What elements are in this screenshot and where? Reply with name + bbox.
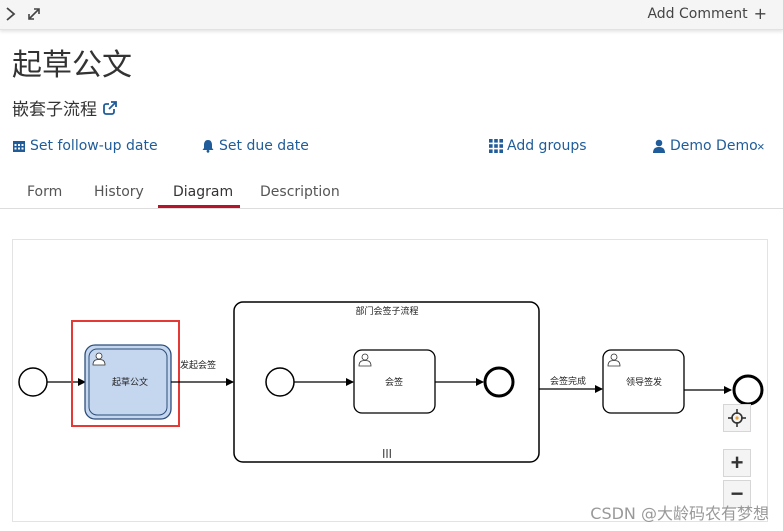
set-due-date-label: Set due date xyxy=(219,138,309,154)
task-title: 起草公文 xyxy=(12,48,132,83)
set-due-date-link[interactable]: Set due date xyxy=(201,138,309,154)
external-link-icon[interactable] xyxy=(103,100,117,115)
expand-icon[interactable] xyxy=(26,6,42,22)
calendar-icon xyxy=(13,141,25,152)
assignee-link[interactable]: Demo Demo xyxy=(652,138,758,154)
bell-icon xyxy=(202,140,214,153)
process-name-link[interactable]: 嵌套子流程 xyxy=(12,95,117,120)
tab-history[interactable]: History xyxy=(94,184,144,200)
user-icon xyxy=(653,139,665,153)
crosshair-icon xyxy=(728,409,746,427)
bpmn-canvas: 起草公文 发起会签 部门会签子流程 ||| 会签 会签完成 领导签发 xyxy=(18,301,764,463)
add-comment-label: Add Comment xyxy=(647,6,748,22)
remove-assignee-button[interactable]: × xyxy=(757,139,765,154)
task-leader-approve[interactable]: 领导签发 xyxy=(602,349,685,414)
tab-description[interactable]: Description xyxy=(260,184,340,200)
chevron-right-icon[interactable] xyxy=(4,5,18,23)
watermark: CSDN @大龄码农有梦想 xyxy=(590,504,769,523)
tab-diagram[interactable]: Diagram xyxy=(173,184,233,200)
add-groups-label: Add groups xyxy=(507,138,587,154)
tab-form[interactable]: Form xyxy=(27,184,62,200)
process-name: 嵌套子流程 xyxy=(12,100,97,120)
subprocess-label: 部门会签子流程 xyxy=(355,305,418,317)
grid-icon xyxy=(489,139,503,153)
add-groups-link[interactable]: Add groups xyxy=(489,138,587,154)
task-countersign-label: 会签 xyxy=(385,376,403,388)
tab-bar: Form History Diagram Description xyxy=(0,176,783,209)
subprocess-start-event[interactable] xyxy=(265,367,295,397)
active-tab-indicator xyxy=(158,205,240,208)
subprocess-end-event[interactable] xyxy=(483,366,515,398)
plus-icon: + xyxy=(753,4,767,23)
start-event[interactable] xyxy=(18,367,48,397)
flow-label-countersign-done: 会签完成 xyxy=(550,375,586,387)
task-countersign[interactable]: 会签 xyxy=(353,349,436,414)
assignee-label: Demo Demo xyxy=(670,138,758,154)
bpmn-diagram[interactable]: 起草公文 发起会签 部门会签子流程 ||| 会签 会签完成 领导签发 + − xyxy=(12,239,768,522)
task-draft-document[interactable]: 起草公文 xyxy=(84,344,172,420)
reset-zoom-button[interactable] xyxy=(723,404,751,432)
flow-label-start-countersign: 发起会签 xyxy=(180,359,216,371)
set-follow-up-date-link[interactable]: Set follow-up date xyxy=(12,138,158,154)
zoom-in-button[interactable]: + xyxy=(723,449,751,477)
top-bar: Add Comment + xyxy=(0,0,783,30)
end-event[interactable] xyxy=(732,374,764,406)
add-comment-button[interactable]: Add Comment + xyxy=(647,4,767,23)
task-leader-approve-label: 领导签发 xyxy=(626,376,662,388)
set-follow-up-date-label: Set follow-up date xyxy=(30,138,158,154)
multi-instance-marker: ||| xyxy=(382,449,392,459)
task-draft-label: 起草公文 xyxy=(112,376,148,388)
